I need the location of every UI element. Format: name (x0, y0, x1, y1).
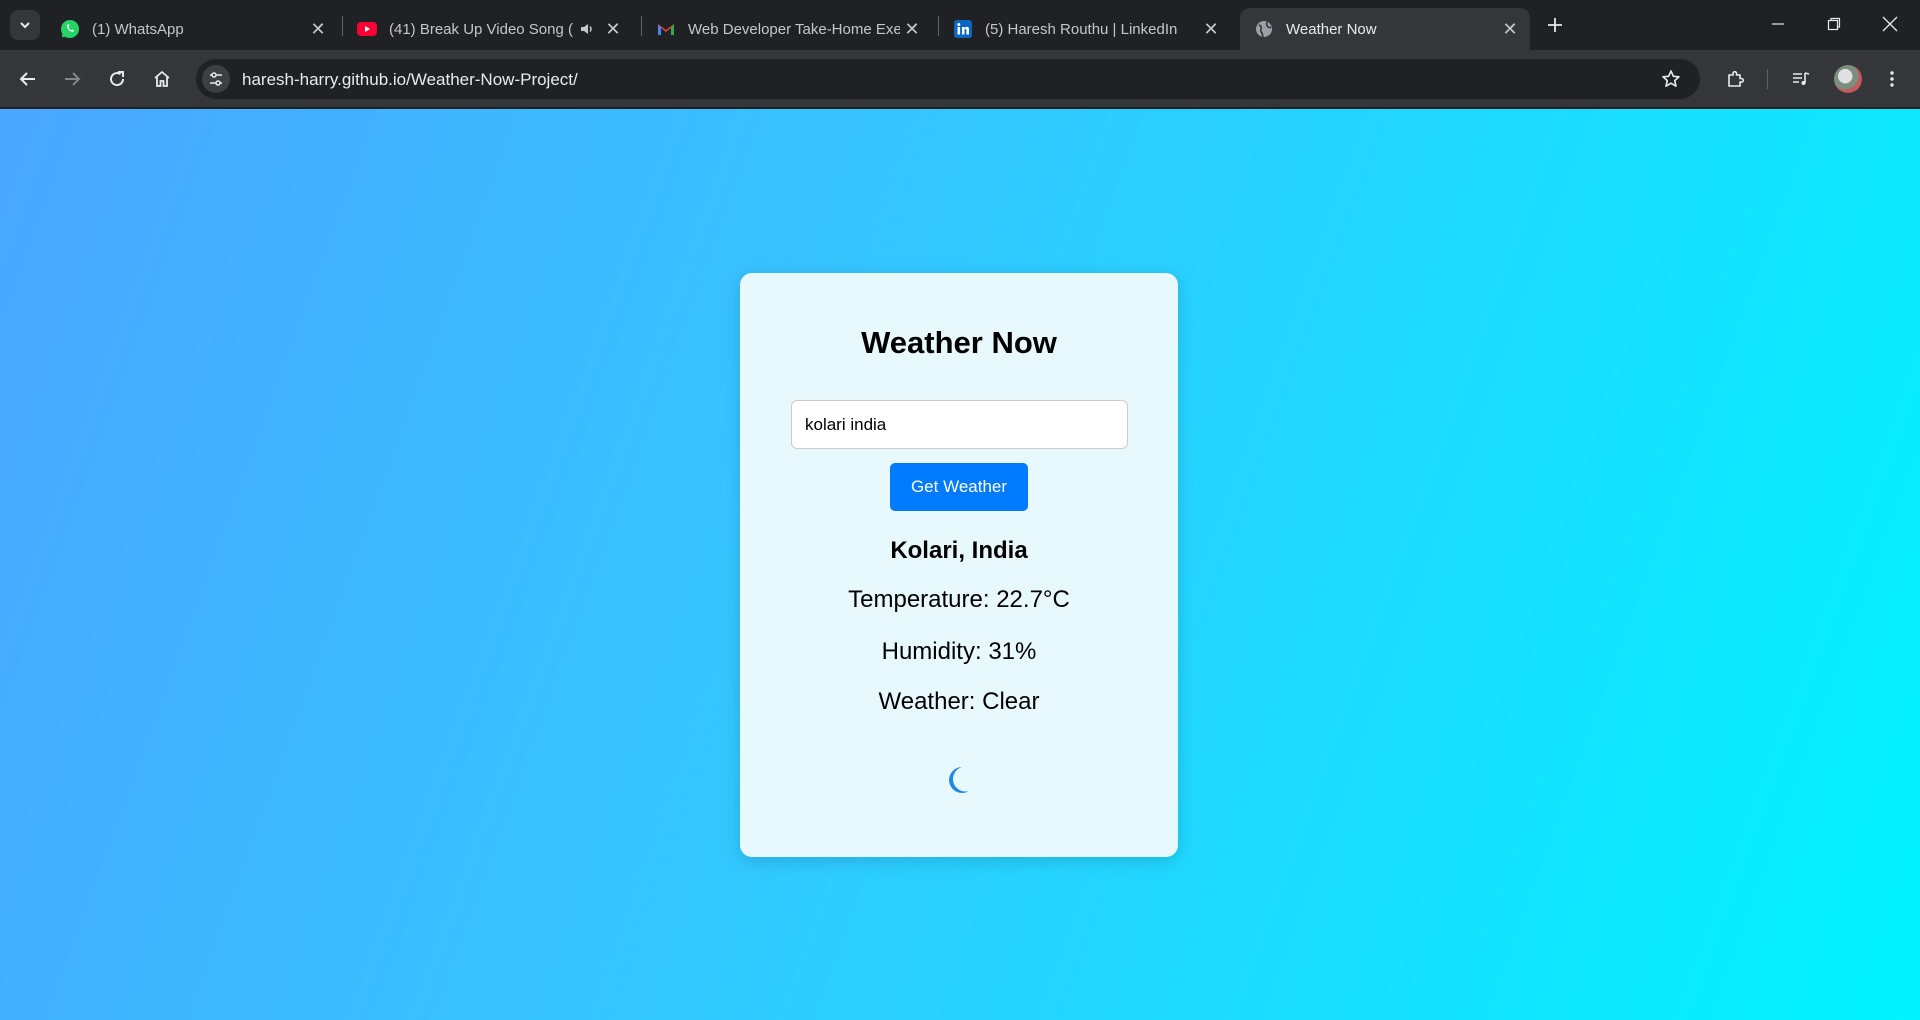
app-title: Weather Now (861, 325, 1057, 360)
bookmark-button[interactable] (1658, 66, 1684, 92)
browser-toolbar: haresh-harry.github.io/Weather-Now-Proje… (0, 50, 1920, 108)
linkedin-icon (953, 19, 973, 39)
tab-search-button[interactable] (10, 10, 40, 40)
city-search-input[interactable] (791, 400, 1128, 449)
close-window-button[interactable] (1862, 0, 1918, 48)
more-vert-icon (1890, 71, 1894, 87)
address-bar[interactable]: haresh-harry.github.io/Weather-Now-Proje… (196, 59, 1700, 99)
gmail-icon (656, 19, 676, 39)
tab-whatsapp[interactable]: (1) WhatsApp ✕ (46, 8, 338, 50)
minimize-icon (1772, 23, 1784, 25)
weather-condition-text: Weather: Clear (878, 688, 1040, 715)
reload-icon (110, 71, 125, 87)
restore-button[interactable] (1806, 0, 1862, 48)
forward-button[interactable] (56, 63, 88, 95)
reload-button[interactable] (101, 63, 133, 95)
close-tab-icon[interactable]: ✕ (1498, 17, 1522, 41)
menu-button[interactable] (1876, 63, 1908, 95)
tab-youtube[interactable]: (41) Break Up Video Song ( ✕ (343, 8, 633, 50)
chevron-down-icon (20, 22, 30, 29)
moon-icon (949, 767, 969, 793)
home-button[interactable] (146, 63, 178, 95)
humidity-text: Humidity: 31% (881, 638, 1037, 665)
tab-weather-now[interactable]: Weather Now ✕ (1240, 8, 1530, 50)
star-icon (1662, 70, 1680, 87)
profile-avatar[interactable] (1834, 65, 1862, 93)
tune-icon (210, 72, 222, 86)
tab-strip: (1) WhatsApp ✕ (41) Break Up Video Song … (0, 0, 1920, 50)
restore-icon (1827, 17, 1841, 31)
location-name: Kolari, India (890, 537, 1028, 564)
tab-title: Weather Now (1286, 20, 1377, 38)
globe-icon (1254, 19, 1274, 39)
new-tab-button[interactable] (1540, 12, 1570, 38)
arrow-left-icon (19, 72, 35, 86)
home-icon (154, 70, 170, 87)
puzzle-icon (1728, 70, 1745, 87)
page-background: Weather Now Get Weather Kolari, India Te… (0, 109, 1920, 1020)
queue-music-icon (1793, 72, 1810, 85)
tab-gmail[interactable]: Web Developer Take-Home Exe ✕ (642, 8, 932, 50)
tab-title: (1) WhatsApp (92, 20, 184, 38)
close-tab-icon[interactable]: ✕ (306, 17, 330, 41)
media-controls-button[interactable] (1785, 63, 1817, 95)
tab-linkedin[interactable]: (5) Haresh Routhu | LinkedIn ✕ (939, 8, 1231, 50)
toolbar-separator (1767, 69, 1768, 89)
tab-title: Web Developer Take-Home Exe (688, 20, 900, 38)
youtube-icon (357, 19, 377, 39)
back-button[interactable] (12, 63, 44, 95)
whatsapp-icon (60, 19, 80, 39)
get-weather-button[interactable]: Get Weather (890, 463, 1028, 511)
tab-title: (41) Break Up Video Song ( (389, 20, 573, 38)
temperature-text: Temperature: 22.7°C (848, 586, 1070, 613)
close-tab-icon[interactable]: ✕ (900, 17, 924, 41)
tab-title: (5) Haresh Routhu | LinkedIn (985, 20, 1178, 38)
url-text: haresh-harry.github.io/Weather-Now-Proje… (242, 70, 578, 89)
extensions-button[interactable] (1720, 63, 1752, 95)
arrow-right-icon (65, 72, 81, 86)
audio-playing-icon[interactable] (575, 17, 599, 41)
plus-icon (1548, 18, 1562, 32)
site-info-button[interactable] (202, 65, 230, 93)
close-tab-icon[interactable]: ✕ (601, 17, 625, 41)
close-icon (1882, 16, 1898, 32)
minimize-button[interactable] (1750, 0, 1806, 48)
weather-card: Weather Now Get Weather Kolari, India Te… (740, 273, 1178, 857)
close-tab-icon[interactable]: ✕ (1199, 17, 1223, 41)
